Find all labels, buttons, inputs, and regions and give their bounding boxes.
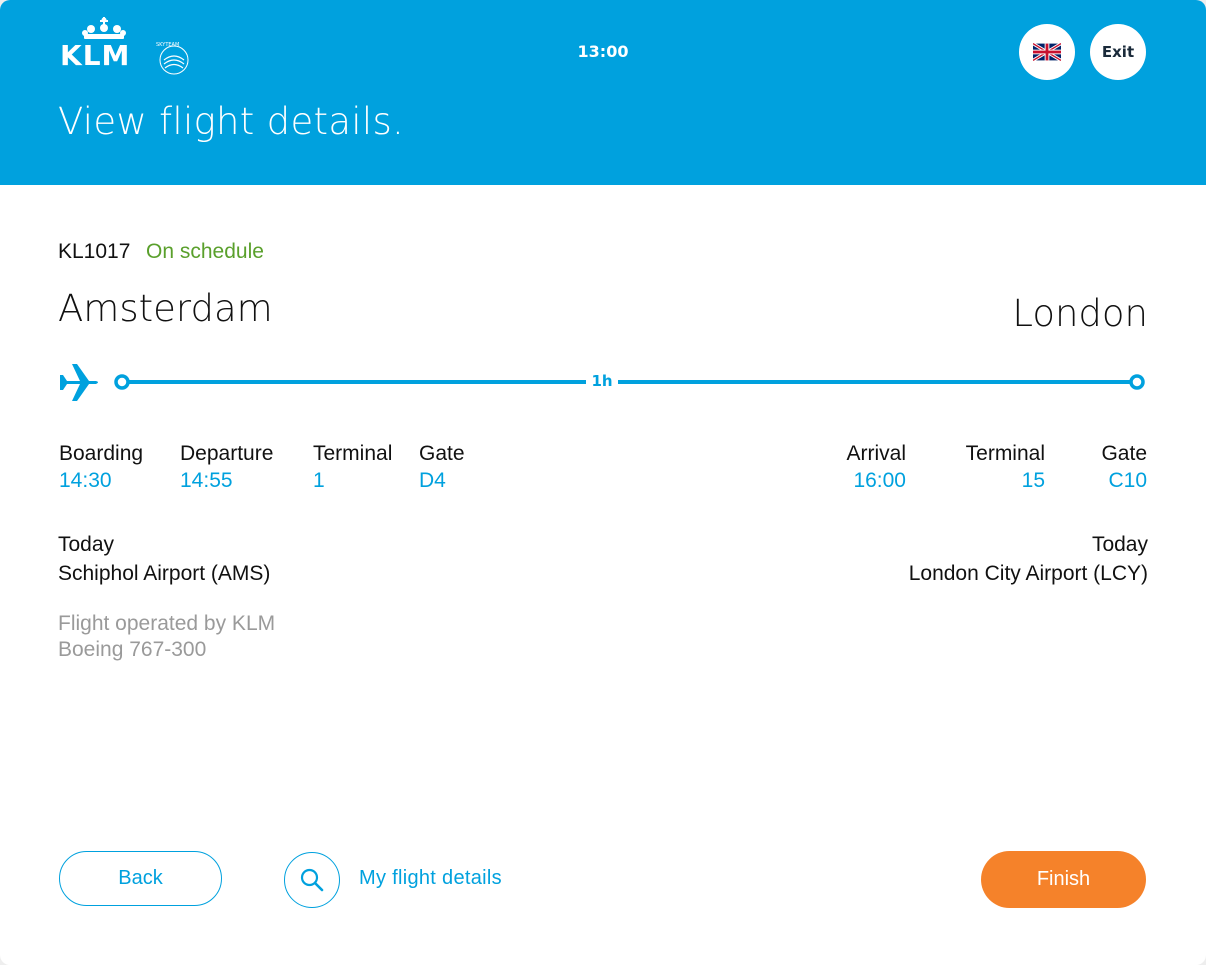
- skyteam-text: SKYTEAM: [156, 42, 179, 48]
- kiosk-screen: SKYTEAM KLM 13:00 Exit View flight detai…: [0, 0, 1206, 965]
- destination-dot: [1129, 374, 1145, 390]
- arrival-label: Arrival: [846, 442, 906, 465]
- departure-airport: Schiphol Airport (AMS): [58, 562, 271, 585]
- arrival-info: Arrival 16:00: [846, 441, 906, 495]
- my-flight-details-link[interactable]: My flight details: [359, 867, 502, 890]
- page-title: View flight details.: [58, 100, 405, 143]
- origin-city: Amsterdam: [58, 287, 273, 330]
- arrival-day: Today: [1091, 533, 1148, 556]
- operator-text: Flight operated by KLM: [58, 612, 276, 635]
- departure-label: Departure: [180, 442, 274, 465]
- departure-info: Departure 14:55: [180, 441, 273, 495]
- arrival-terminal-info: Terminal 15: [966, 441, 1045, 495]
- back-button[interactable]: Back: [59, 851, 222, 906]
- language-button[interactable]: [1019, 24, 1075, 80]
- airplane-icon: [60, 364, 98, 401]
- arrival-terminal-label: Terminal: [965, 442, 1045, 465]
- arrival-gate-label: Gate: [1101, 442, 1147, 465]
- clock: 13:00: [577, 42, 629, 61]
- flight-number: KL1017: [58, 240, 131, 263]
- boarding-time: 14:30: [59, 469, 112, 492]
- departure-terminal-label: Terminal: [313, 442, 393, 465]
- destination-city: London: [1012, 292, 1148, 335]
- origin-dot: [114, 374, 130, 390]
- departure-day: Today: [58, 533, 115, 556]
- uk-flag-icon: [1033, 43, 1061, 61]
- brand-wordmark: KLM: [60, 39, 131, 72]
- finish-button[interactable]: Finish: [981, 851, 1146, 908]
- departure-gate: D4: [419, 469, 446, 492]
- boarding-label: Boarding: [59, 442, 144, 465]
- boarding-info: Boarding 14:30: [59, 441, 143, 495]
- header-bar: SKYTEAM KLM 13:00 Exit View flight detai…: [0, 0, 1206, 185]
- departure-terminal: 1: [313, 469, 325, 492]
- departure-time: 14:55: [180, 469, 233, 492]
- klm-logo: SKYTEAM KLM: [58, 16, 198, 80]
- arrival-gate-info: Gate C10: [1101, 441, 1147, 495]
- my-flight-details-button[interactable]: [284, 852, 340, 908]
- departure-gate-info: Gate D4: [419, 441, 465, 495]
- exit-button[interactable]: Exit: [1090, 24, 1146, 80]
- departure-gate-label: Gate: [419, 442, 465, 465]
- arrival-airport: London City Airport (LCY): [908, 562, 1148, 585]
- arrival-terminal: 15: [1021, 469, 1045, 492]
- aircraft-type: Boeing 767-300: [58, 638, 207, 661]
- arrival-gate: C10: [1108, 469, 1147, 492]
- arrival-time: 16:00: [853, 469, 906, 492]
- departure-terminal-info: Terminal 1: [313, 441, 392, 495]
- flight-status: On schedule: [146, 240, 264, 263]
- search-icon: [300, 868, 324, 892]
- flight-duration: 1h: [586, 372, 618, 390]
